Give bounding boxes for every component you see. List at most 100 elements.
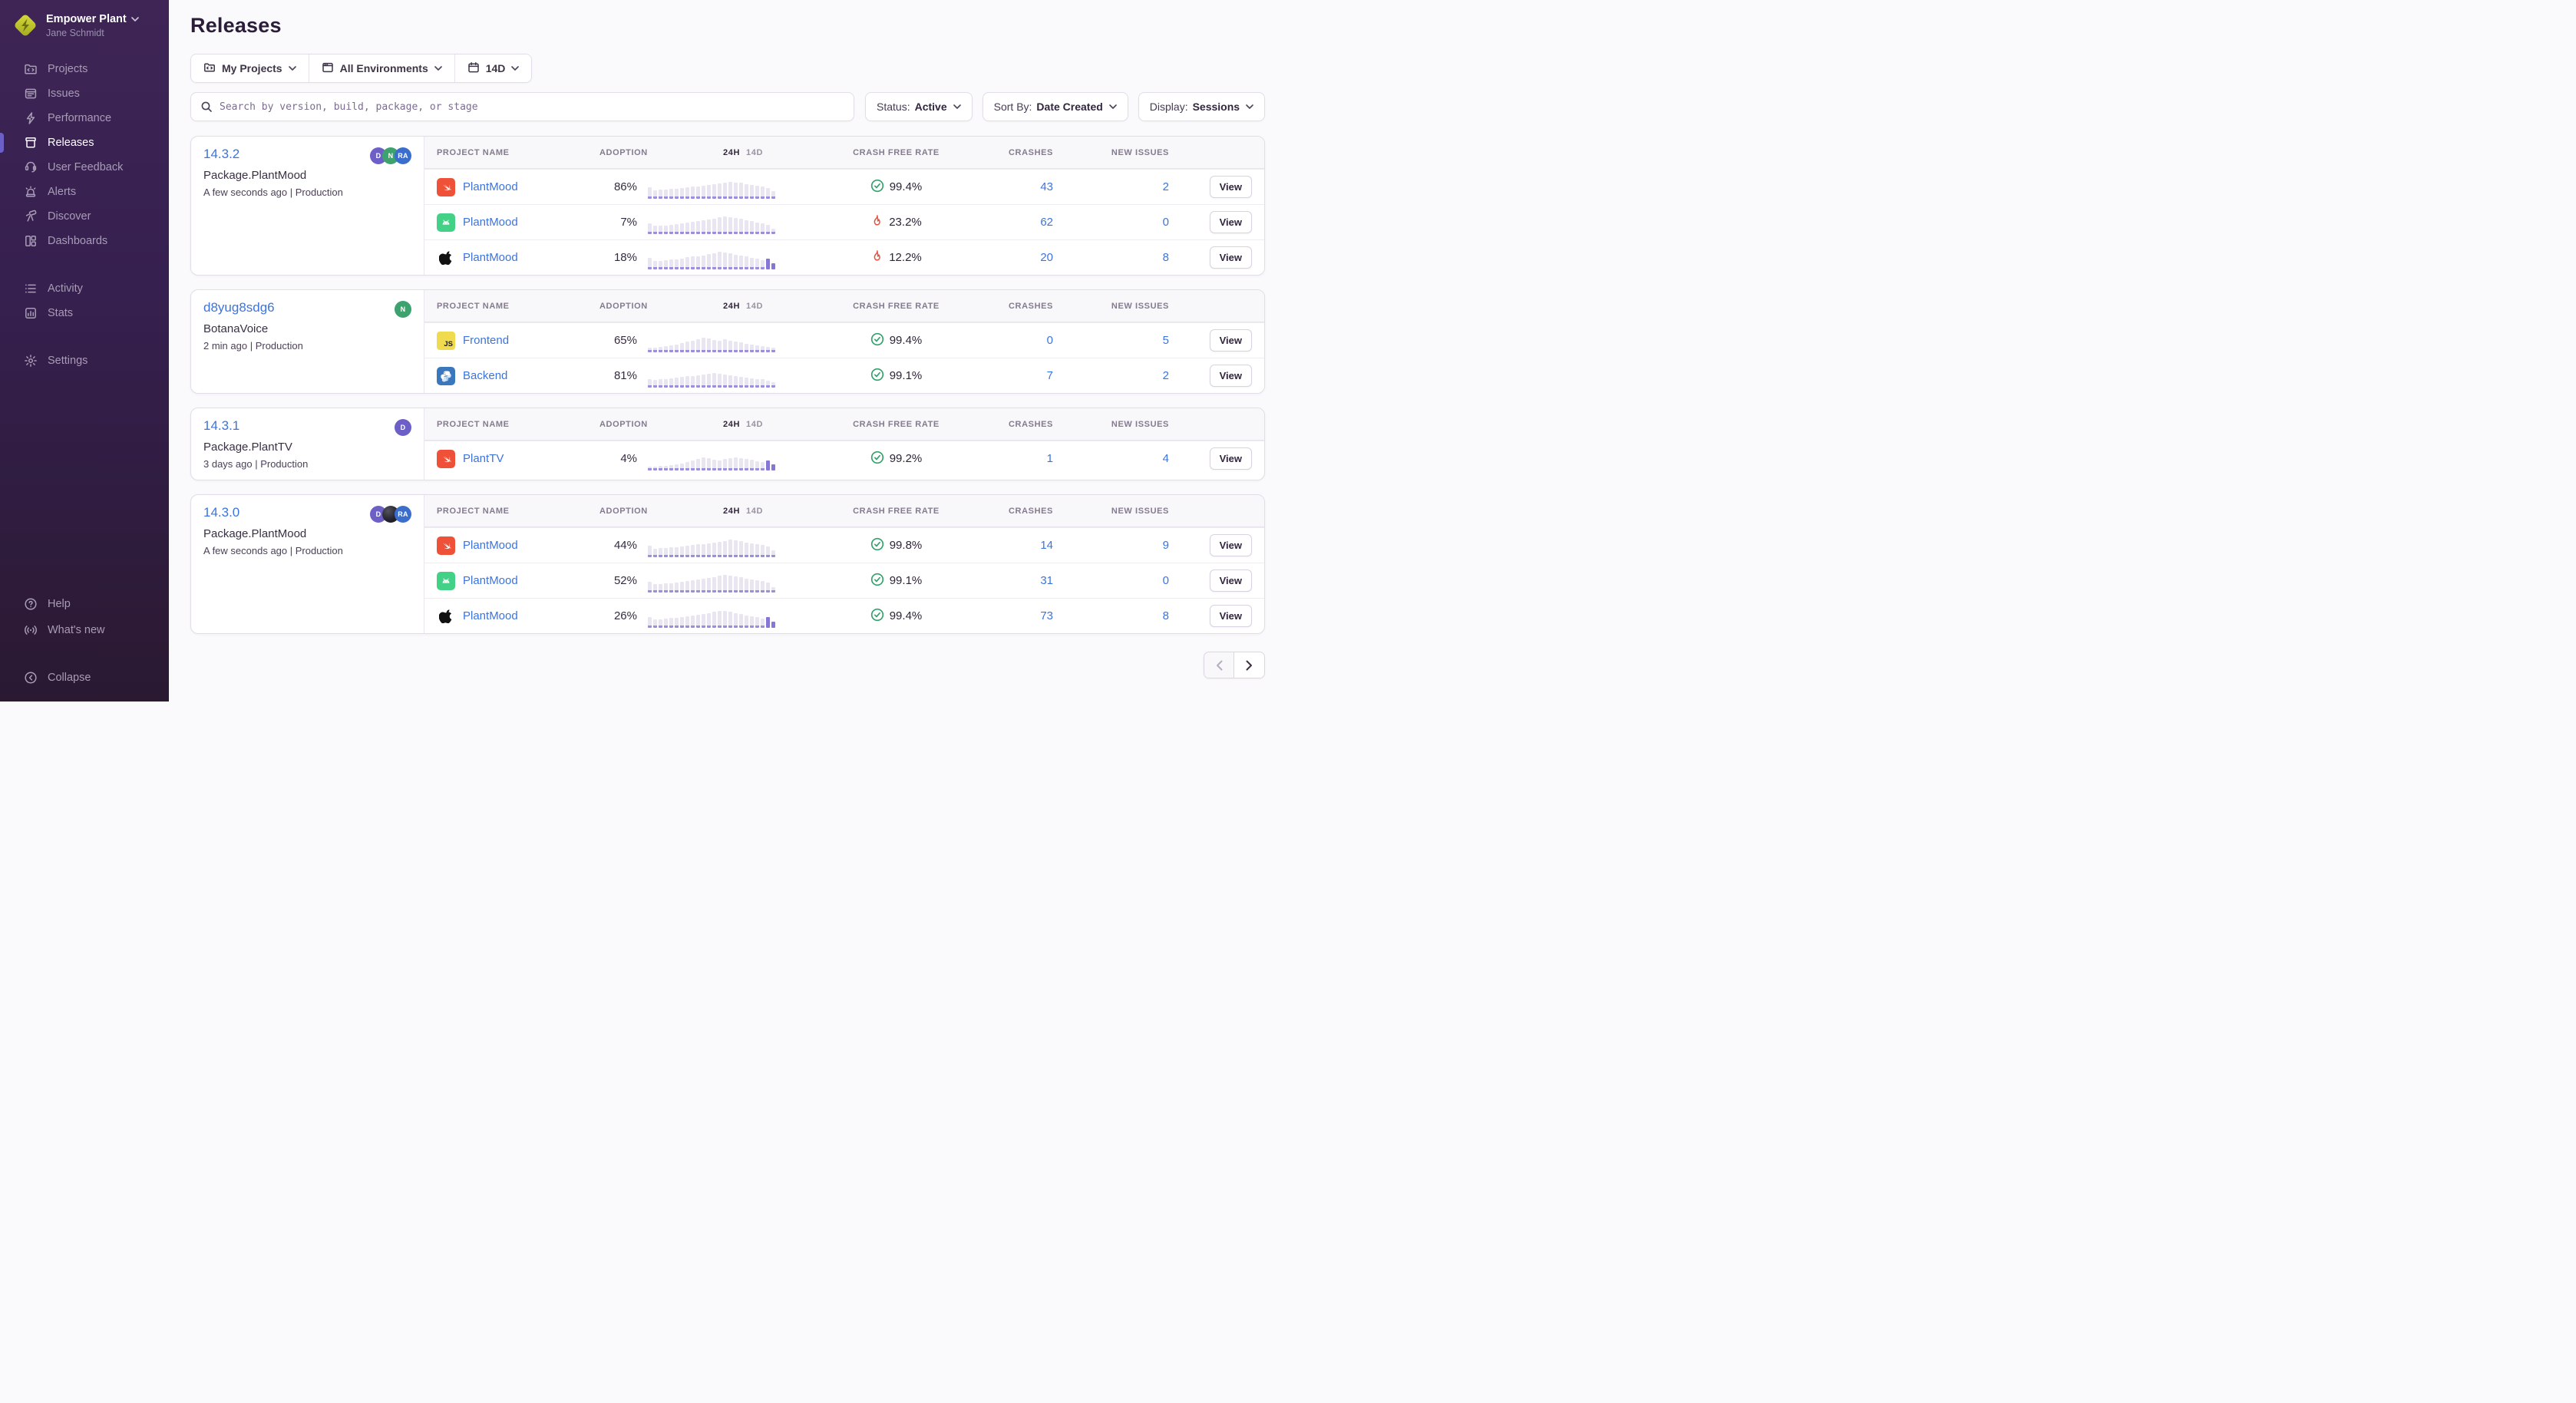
crashes-count-link[interactable]: 14	[1040, 539, 1059, 552]
crashes-count-link[interactable]: 20	[1040, 251, 1059, 264]
crashes-count-link[interactable]: 7	[1047, 369, 1059, 382]
org-switcher[interactable]: Empower Plant Jane Schmidt	[0, 0, 169, 46]
sidebar-item-activity[interactable]: Activity	[0, 276, 169, 301]
new-issues-count-link[interactable]: 0	[1163, 574, 1178, 587]
sentry-logo-icon	[12, 12, 38, 38]
pagination	[1204, 652, 1265, 678]
sidebar-item-issues[interactable]: Issues	[0, 81, 169, 106]
search-input[interactable]	[220, 101, 844, 113]
healthy-check-icon	[870, 573, 884, 589]
new-issues-count-link[interactable]: 8	[1163, 251, 1178, 264]
sidebar-item-stats[interactable]: Stats	[0, 301, 169, 325]
trend-24h-toggle[interactable]: 24H	[723, 420, 740, 429]
crashes-count-link[interactable]: 62	[1040, 216, 1059, 229]
view-button[interactable]: View	[1210, 605, 1252, 627]
page-filter-bar: My Projects All Environments 14D	[190, 54, 532, 83]
view-button[interactable]: View	[1210, 447, 1252, 470]
project-link[interactable]: PlantMood	[463, 539, 518, 552]
view-button[interactable]: View	[1210, 534, 1252, 556]
release-project-row: Backend 81% 99.1% 7 2 View	[424, 358, 1264, 393]
trend-14d-toggle[interactable]: 14D	[746, 507, 763, 516]
pagination-prev-button[interactable]	[1204, 652, 1234, 678]
release-version-link[interactable]: 14.3.0	[203, 505, 239, 520]
new-issues-count-link[interactable]: 2	[1163, 180, 1178, 193]
col-adoption: ADOPTION	[595, 302, 648, 311]
filter-all-environments[interactable]: All Environments	[309, 54, 455, 82]
sort-by-dropdown[interactable]: Sort By: Date Created	[983, 92, 1128, 121]
view-button[interactable]: View	[1210, 246, 1252, 269]
sidebar-item-help[interactable]: Help	[0, 591, 169, 617]
view-button[interactable]: View	[1210, 329, 1252, 352]
crashes-count-link[interactable]: 31	[1040, 574, 1059, 587]
project-link[interactable]: Frontend	[463, 334, 509, 347]
swift-icon	[437, 536, 455, 555]
crashes-count-link[interactable]: 43	[1040, 180, 1059, 193]
apple-icon	[437, 249, 455, 267]
release-version-link[interactable]: d8yug8sdg6	[203, 300, 275, 315]
sidebar-item-projects[interactable]: Projects	[0, 57, 169, 81]
sidebar-item-user-feedback[interactable]: User Feedback	[0, 155, 169, 180]
sessions-sparkline	[637, 534, 783, 557]
project-link[interactable]: Backend	[463, 369, 507, 382]
project-link[interactable]: PlantMood	[463, 251, 518, 264]
new-issues-count-link[interactable]: 5	[1163, 334, 1178, 347]
release-authors: D	[395, 418, 411, 436]
dashboards-icon	[23, 234, 38, 249]
col-crash-free-rate: CRASH FREE RATE	[853, 420, 940, 429]
filter-14d[interactable]: 14D	[455, 54, 532, 82]
trend-24h-toggle[interactable]: 24H	[723, 302, 740, 311]
sidebar-item-settings[interactable]: Settings	[0, 348, 169, 373]
sessions-sparkline	[637, 211, 783, 234]
pagination-next-button[interactable]	[1234, 652, 1264, 678]
release-version-link[interactable]: 14.3.2	[203, 147, 239, 162]
trend-14d-toggle[interactable]: 14D	[746, 420, 763, 429]
sidebar-item-dashboards[interactable]: Dashboards	[0, 229, 169, 253]
dropdown-label: Status:	[877, 101, 910, 113]
project-link[interactable]: PlantMood	[463, 609, 518, 622]
release-project-row: JSFrontend 65% 99.4% 0 5 View	[424, 322, 1264, 358]
new-issues-count-link[interactable]: 9	[1163, 539, 1178, 552]
sidebar-nav: Projects Issues Performance Releases Use…	[0, 57, 169, 591]
sidebar-item-releases[interactable]: Releases	[0, 130, 169, 155]
new-issues-count-link[interactable]: 0	[1163, 216, 1178, 229]
project-link[interactable]: PlantTV	[463, 452, 504, 465]
release-projects-table: PROJECT NAME ADOPTION 24H 14D CRASH FREE…	[424, 290, 1264, 393]
trend-14d-toggle[interactable]: 14D	[746, 148, 763, 157]
view-button[interactable]: View	[1210, 176, 1252, 198]
new-issues-count-link[interactable]: 8	[1163, 609, 1178, 622]
new-issues-count-link[interactable]: 2	[1163, 369, 1178, 382]
crash-free-cell: 23.2%	[870, 214, 922, 230]
display-dropdown[interactable]: Display: Sessions	[1138, 92, 1265, 121]
project-link[interactable]: PlantMood	[463, 216, 518, 229]
sidebar-item-label: Discover	[48, 210, 91, 223]
crashes-count-link[interactable]: 1	[1047, 452, 1059, 465]
new-issues-count-link[interactable]: 4	[1163, 452, 1178, 465]
crashes-count-link[interactable]: 73	[1040, 609, 1059, 622]
dropdown-value: Sessions	[1193, 101, 1240, 113]
trend-14d-toggle[interactable]: 14D	[746, 302, 763, 311]
release-project-row: PlantMood 26% 99.4% 73 8 View	[424, 598, 1264, 633]
search-box	[190, 92, 854, 121]
sidebar-item-alerts[interactable]: Alerts	[0, 180, 169, 204]
status-dropdown[interactable]: Status: Active	[865, 92, 973, 121]
view-button[interactable]: View	[1210, 211, 1252, 233]
sidebar-item-what-s-new[interactable]: What's new	[0, 617, 169, 643]
filter-my-projects[interactable]: My Projects	[191, 54, 309, 82]
sessions-sparkline	[637, 176, 783, 199]
view-button[interactable]: View	[1210, 365, 1252, 387]
col-crash-free-rate: CRASH FREE RATE	[853, 148, 940, 157]
sidebar-item-discover[interactable]: Discover	[0, 204, 169, 229]
project-link[interactable]: PlantMood	[463, 180, 518, 193]
release-version-link[interactable]: 14.3.1	[203, 418, 239, 434]
trend-24h-toggle[interactable]: 24H	[723, 507, 740, 516]
trend-24h-toggle[interactable]: 24H	[723, 148, 740, 157]
table-header: PROJECT NAME ADOPTION 24H 14D CRASH FREE…	[424, 495, 1264, 527]
android-icon	[437, 213, 455, 232]
crash-free-value: 99.4%	[890, 609, 923, 622]
sidebar-item-performance[interactable]: Performance	[0, 106, 169, 130]
crashes-count-link[interactable]: 0	[1047, 334, 1059, 347]
view-button[interactable]: View	[1210, 569, 1252, 592]
sidebar-collapse[interactable]: Collapse	[0, 665, 169, 691]
project-link[interactable]: PlantMood	[463, 574, 518, 587]
crash-free-value: 99.1%	[890, 574, 923, 587]
